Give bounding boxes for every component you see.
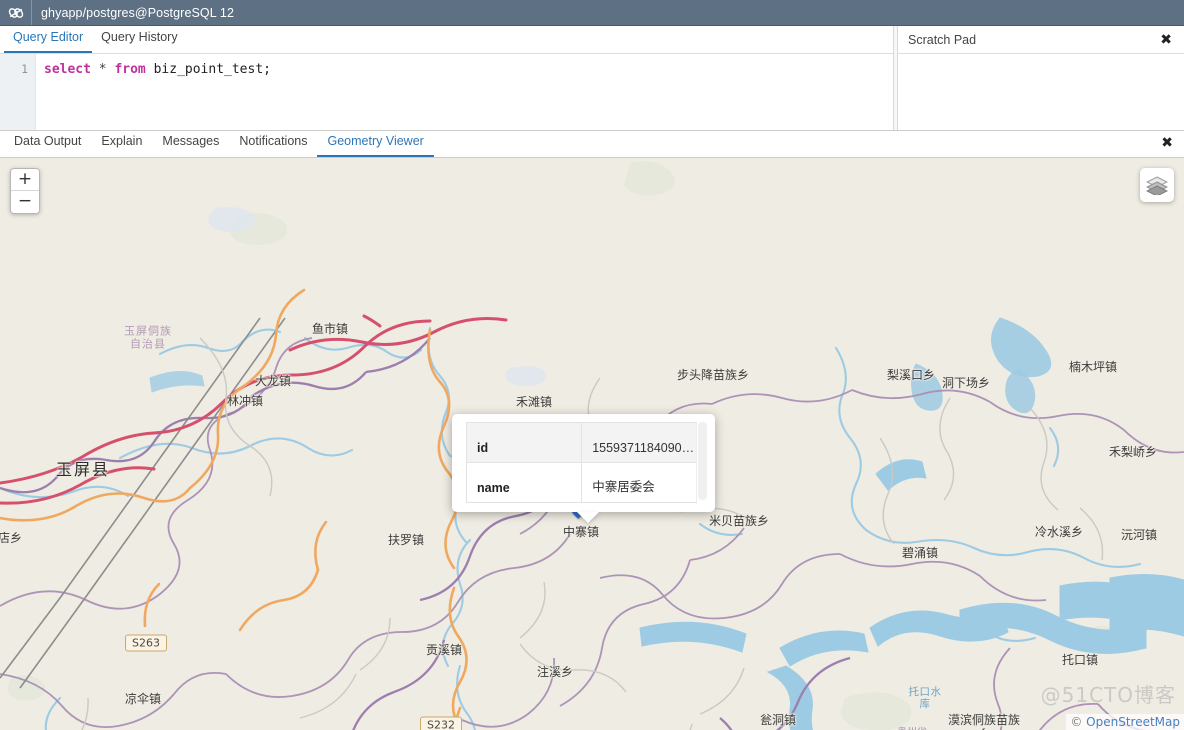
sql-text[interactable]: select * from biz_point_test; <box>36 54 893 130</box>
zoom-out-button[interactable]: − <box>11 191 39 213</box>
table-row: id 1559371184090… <box>467 423 707 463</box>
geometry-viewer-map[interactable]: S232S263湖南省怀化市贵州省托口水库江东镇宝田侗族苗族乡漠滨侗族苗族乡托口… <box>0 158 1184 730</box>
connection-title: ghyapp/postgres@PostgreSQL 12 <box>32 0 234 25</box>
attribution-link[interactable]: OpenStreetMap <box>1086 715 1180 729</box>
connection-icon <box>0 0 32 25</box>
tab-explain[interactable]: Explain <box>91 130 152 157</box>
sql-keyword-from: from <box>114 62 145 77</box>
road-shield: S232 <box>420 717 462 730</box>
copyright-symbol: © <box>1070 715 1086 729</box>
layers-icon[interactable] <box>1140 168 1174 202</box>
close-icon[interactable]: ✖ <box>1161 136 1173 150</box>
attribute-value: 1559371184090… <box>582 423 707 463</box>
tab-data-output[interactable]: Data Output <box>4 130 91 157</box>
attribute-value: 中寨居委会 <box>582 463 707 503</box>
editor-tab-strip: Query Editor Query History <box>0 26 893 54</box>
query-editor-pane: Query Editor Query History 1 select * fr… <box>0 26 893 130</box>
sql-table-name: biz_point_test; <box>154 62 271 77</box>
attribute-key: name <box>467 463 582 503</box>
scratch-pad-header: Scratch Pad ✖ <box>898 26 1184 54</box>
road-shield: S263 <box>125 635 167 652</box>
popup-pointer <box>577 512 599 523</box>
scratch-pad-title: Scratch Pad <box>908 33 976 47</box>
line-number: 1 <box>21 62 28 76</box>
tab-query-history[interactable]: Query History <box>92 25 186 53</box>
editor-region: Query Editor Query History 1 select * fr… <box>0 26 1184 131</box>
tab-notifications[interactable]: Notifications <box>229 130 317 157</box>
window-title-bar: ghyapp/postgres@PostgreSQL 12 <box>0 0 1184 26</box>
zoom-in-button[interactable]: + <box>11 169 39 191</box>
line-number-gutter: 1 <box>0 54 36 130</box>
tab-geometry-viewer[interactable]: Geometry Viewer <box>317 130 433 157</box>
feature-attribute-table: id 1559371184090… name 中寨居委会 <box>466 422 707 503</box>
tab-messages[interactable]: Messages <box>152 130 229 157</box>
popup-scrollbar[interactable] <box>696 422 707 504</box>
table-row: name 中寨居委会 <box>467 463 707 503</box>
scratch-pad-textarea[interactable] <box>898 54 1184 130</box>
sql-code-area[interactable]: 1 select * from biz_point_test; <box>0 54 893 130</box>
tab-query-editor[interactable]: Query Editor <box>4 25 92 53</box>
scratch-pad-pane: Scratch Pad ✖ <box>898 26 1184 130</box>
attribute-key: id <box>467 423 582 463</box>
close-icon[interactable]: ✖ <box>1160 33 1172 47</box>
result-tab-strip: Data Output Explain Messages Notificatio… <box>0 131 1184 158</box>
sql-keyword-select: select <box>44 62 91 77</box>
feature-popup[interactable]: id 1559371184090… name 中寨居委会 <box>452 414 715 512</box>
sql-star: * <box>99 62 107 77</box>
map-attribution[interactable]: © OpenStreetMap <box>1066 714 1184 730</box>
map-zoom-control[interactable]: + − <box>10 168 40 214</box>
